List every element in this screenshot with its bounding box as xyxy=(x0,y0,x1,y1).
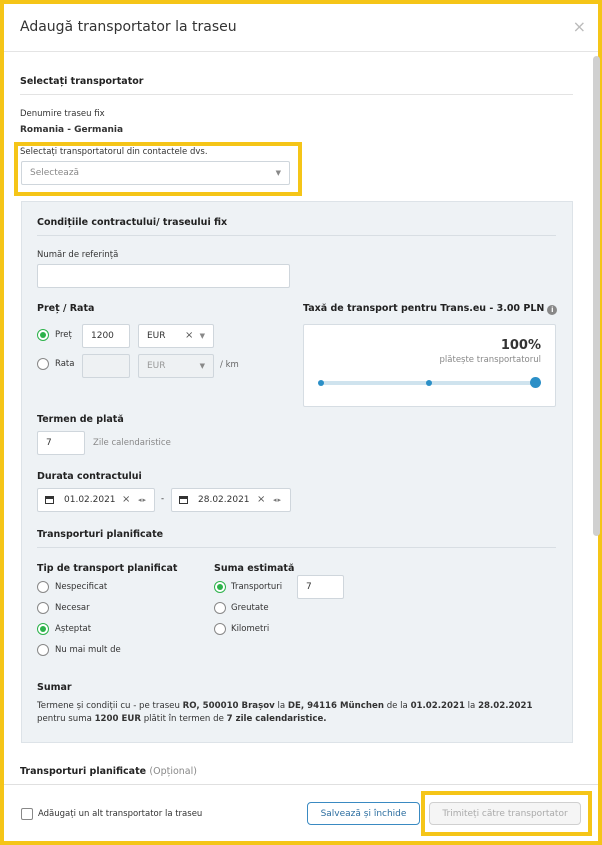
fee-title: Taxă de transport pentru Trans.eu - 3.00… xyxy=(303,303,558,315)
arrows-icon[interactable]: ◂▸ xyxy=(273,496,282,504)
info-icon[interactable]: i xyxy=(547,305,558,315)
planned-type-title: Tip de transport planificat xyxy=(37,563,178,574)
planned-type-radio[interactable] xyxy=(37,602,49,614)
contract-title: Condițiile contractului/ traseului fix xyxy=(37,217,228,228)
summary-part: Termene și condiții cu - pe traseu xyxy=(37,701,183,711)
planned-optional-label: Transporturi planificate xyxy=(20,766,147,777)
save-close-button[interactable]: Salvează și închide xyxy=(307,802,420,825)
divider xyxy=(37,235,556,236)
estimated-label: Greutate xyxy=(231,603,269,613)
calendar-icon xyxy=(179,496,188,504)
scrollbar[interactable] xyxy=(593,56,600,536)
clear-icon[interactable]: × xyxy=(257,494,265,505)
rate-input[interactable] xyxy=(82,354,130,378)
rate-currency-value: EUR xyxy=(147,361,166,371)
price-radio[interactable] xyxy=(37,329,49,341)
price-input[interactable]: 1200 xyxy=(82,324,130,348)
duration-title: Durata contractului xyxy=(37,471,142,482)
fee-payer: plătește transportatorul xyxy=(439,355,541,365)
summary-text: Termene și condiții cu - pe traseu RO, 5… xyxy=(37,700,557,726)
estimated-title: Suma estimată xyxy=(214,563,295,574)
slider-stop-middle[interactable] xyxy=(426,380,432,386)
planned-type-radio[interactable] xyxy=(37,623,49,635)
fee-card: 100% plătește transportatorul xyxy=(303,324,556,407)
summary-part: pentru suma xyxy=(37,714,95,724)
rate-unit: / km xyxy=(220,360,239,370)
rate-currency-select[interactable]: EUR ▼ xyxy=(138,354,214,378)
summary-part: plătit în termen de xyxy=(140,714,227,724)
rate-radio[interactable] xyxy=(37,358,49,370)
planned-title: Transporturi planificate xyxy=(37,529,164,540)
dialog-footer: Adăugați un alt transportator la traseu … xyxy=(4,784,598,841)
summary-term: 7 zile calendaristice. xyxy=(226,714,327,724)
summary-part: la xyxy=(464,701,479,711)
summary-title: Sumar xyxy=(37,682,72,693)
contacts-label: Selectați transportatorul din contactele… xyxy=(20,147,208,157)
price-currency-value: EUR xyxy=(147,331,166,341)
reference-input[interactable] xyxy=(37,264,290,288)
summary-destination: DE, 94116 München xyxy=(287,701,384,711)
dialog-title: Adaugă transportator la traseu xyxy=(20,19,237,35)
date-separator: - xyxy=(161,494,165,504)
divider xyxy=(20,94,573,95)
carrier-select[interactable]: Selectează ▼ xyxy=(21,161,290,185)
planned-optional-title: Transporturi planificate (Opțional) xyxy=(20,766,197,777)
price-title: Preț / Rata xyxy=(37,303,95,314)
date-from-value: 01.02.2021 xyxy=(64,495,116,505)
price-option-label: Preț xyxy=(55,330,72,340)
price-currency-select[interactable]: EUR × ▼ xyxy=(138,324,214,348)
planned-type-radio[interactable] xyxy=(37,581,49,593)
calendar-icon xyxy=(45,496,54,504)
summary-part: de la xyxy=(383,701,411,711)
date-from-input[interactable]: 01.02.2021 × ◂▸ xyxy=(37,488,155,512)
date-to-input[interactable]: 28.02.2021 × ◂▸ xyxy=(171,488,291,512)
date-to-value: 28.02.2021 xyxy=(198,495,250,505)
optional-suffix: (Opțional) xyxy=(149,766,197,777)
dialog-header: Adaugă transportator la traseu × xyxy=(4,4,598,52)
select-carrier-title: Selectați transportator xyxy=(20,76,144,87)
summary-amount: 1200 EUR xyxy=(94,714,141,724)
clear-icon[interactable]: × xyxy=(185,330,193,341)
summary-date-from: 01.02.2021 xyxy=(410,701,465,711)
summary-part: la xyxy=(274,701,288,711)
payment-term-title: Termen de plată xyxy=(37,414,124,425)
planned-type-label: Nu mai mult de xyxy=(55,645,121,655)
clear-icon[interactable]: × xyxy=(122,494,130,505)
send-button[interactable]: Trimiteți către transportator xyxy=(429,802,581,825)
estimated-input[interactable]: 7 xyxy=(297,575,344,599)
arrows-icon[interactable]: ◂▸ xyxy=(138,496,147,504)
add-another-label: Adăugați un alt transportator la traseu xyxy=(38,809,203,819)
divider xyxy=(37,547,556,548)
planned-type-radio[interactable] xyxy=(37,644,49,656)
summary-origin: RO, 500010 Brașov xyxy=(182,701,275,711)
slider-stop-left[interactable] xyxy=(318,380,324,386)
estimated-label: Kilometri xyxy=(231,624,270,634)
estimated-label: Transporturi xyxy=(231,582,283,592)
planned-type-label: Nespecificat xyxy=(55,582,108,592)
route-value: Romania - Germania xyxy=(20,125,124,135)
planned-type-label: Necesar xyxy=(55,603,90,613)
payment-term-unit: Zile calendaristice xyxy=(93,438,171,448)
planned-type-label: Așteptat xyxy=(55,624,92,634)
fee-title-text: Taxă de transport pentru Trans.eu - 3.00… xyxy=(303,303,545,314)
estimated-radio[interactable] xyxy=(214,581,226,593)
reference-label: Număr de referință xyxy=(37,250,119,260)
slider-handle[interactable] xyxy=(530,377,541,388)
carrier-select-placeholder: Selectează xyxy=(30,168,80,178)
close-icon[interactable]: × xyxy=(573,17,586,36)
estimated-radio[interactable] xyxy=(214,623,226,635)
chevron-down-icon: ▼ xyxy=(275,169,281,177)
payment-term-input[interactable]: 7 xyxy=(37,431,85,455)
estimated-radio[interactable] xyxy=(214,602,226,614)
add-another-checkbox[interactable] xyxy=(21,808,33,820)
route-label: Denumire traseu fix xyxy=(20,109,105,119)
fee-percent: 100% xyxy=(500,338,541,353)
rate-option-label: Rata xyxy=(55,359,75,369)
chevron-down-icon: ▼ xyxy=(199,332,205,340)
summary-date-to: 28.02.2021 xyxy=(478,701,533,711)
chevron-down-icon: ▼ xyxy=(199,362,205,370)
